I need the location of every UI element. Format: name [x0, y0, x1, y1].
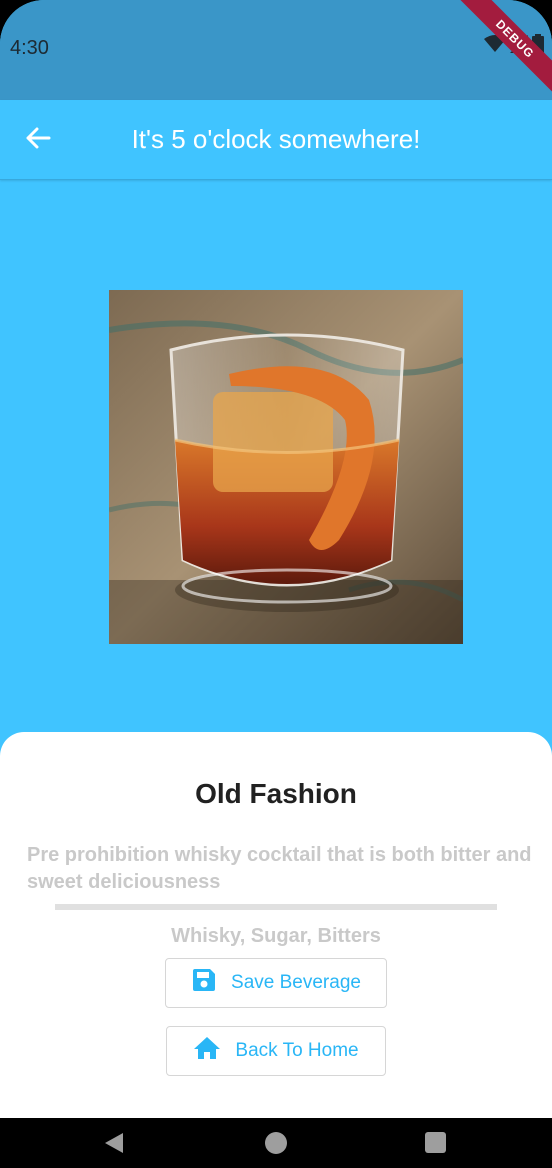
status-bar: 4:30 — [0, 0, 552, 100]
save-beverage-label: Save Beverage — [231, 972, 361, 993]
divider — [55, 904, 497, 910]
phone-screen: 4:30 DEBUG It's 5 o'clock somewhere! Old… — [0, 0, 552, 1168]
beverage-details-sheet: Old Fashion Pre prohibition whisky cockt… — [0, 732, 552, 1118]
status-time: 4:30 — [10, 37, 49, 59]
page-title: It's 5 o'clock somewhere! — [131, 124, 421, 154]
beverage-description: Pre prohibition whisky cocktail that is … — [27, 844, 532, 893]
beverage-image — [109, 290, 463, 644]
nav-back-icon[interactable] — [104, 1132, 124, 1159]
beverage-name: Old Fashion — [195, 778, 357, 809]
system-navigation-bar — [0, 1118, 552, 1168]
beverage-ingredients: Whisky, Sugar, Bitters — [171, 925, 381, 947]
back-to-home-button[interactable]: Back To Home — [166, 1026, 386, 1076]
home-icon — [193, 1036, 221, 1066]
save-icon — [191, 967, 217, 999]
app-bar: It's 5 o'clock somewhere! — [0, 100, 552, 180]
back-to-home-label: Back To Home — [235, 1040, 359, 1061]
nav-recents-icon[interactable] — [425, 1132, 446, 1153]
nav-home-icon[interactable] — [265, 1132, 287, 1154]
save-beverage-button[interactable]: Save Beverage — [165, 958, 387, 1008]
